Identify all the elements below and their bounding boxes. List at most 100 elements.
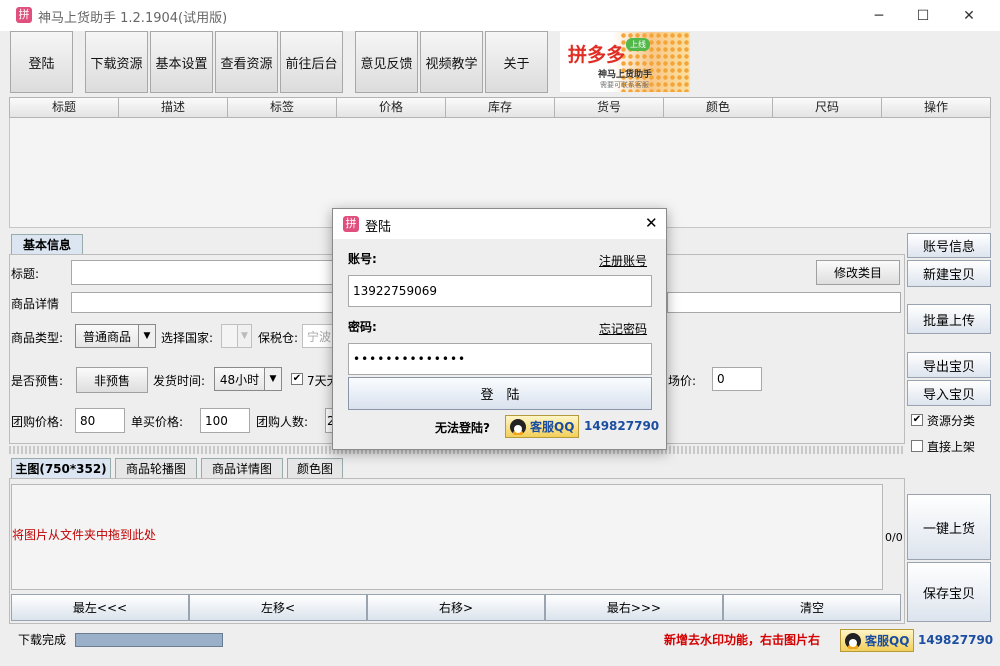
detail-input[interactable]	[71, 292, 333, 313]
logo-brand: 拼多多	[568, 44, 626, 66]
seven-days-checkbox[interactable]: ✔	[291, 373, 303, 385]
account-label: 账号:	[348, 252, 377, 266]
login-toolbar-button[interactable]: 登陆	[10, 31, 73, 93]
resource-category-label: 资源分类	[927, 414, 976, 428]
column-header-sku[interactable]: 货号	[555, 98, 664, 117]
clear-button[interactable]: 清空	[723, 594, 901, 621]
status-text: 下载完成	[18, 633, 67, 647]
cannot-login-text: 无法登陆?	[435, 421, 490, 435]
title-label: 标题:	[11, 267, 40, 281]
export-items-button[interactable]: 导出宝贝	[907, 352, 991, 378]
window-title: 神马上货助手 1.2.1904(试用版)	[38, 11, 228, 26]
account-info-button[interactable]: 账号信息	[907, 233, 991, 258]
logo-line2: 需要可联系客服	[600, 81, 649, 89]
direct-listing-checkbox[interactable]	[911, 440, 923, 452]
market-price-label: 场价:	[668, 374, 697, 388]
single-price-input[interactable]: 100	[200, 408, 250, 433]
progress-bar	[75, 633, 223, 647]
tab-main-image[interactable]: 主图(750*352)	[11, 458, 111, 478]
country-select[interactable]: ▼	[221, 324, 252, 348]
country-value	[222, 325, 237, 347]
tab-detail-images[interactable]: 商品详情图	[201, 458, 283, 478]
move-left-button[interactable]: 左移<	[189, 594, 367, 621]
move-right-button[interactable]: 右移>	[367, 594, 545, 621]
pinduoduo-logo: 拼多多 上线 神马上货助手 需要可联系客服	[560, 32, 690, 92]
column-header-price[interactable]: 价格	[337, 98, 446, 117]
product-type-value: 普通商品	[76, 325, 138, 347]
import-items-button[interactable]: 导入宝贝	[907, 380, 991, 406]
register-link[interactable]: 注册账号	[599, 252, 647, 269]
single-price-label: 单买价格:	[131, 415, 184, 429]
presale-button[interactable]: 非预售	[76, 367, 148, 393]
login-submit-button[interactable]: 登 陆	[348, 377, 652, 410]
minimize-button[interactable]: ─	[856, 0, 902, 31]
product-table-header: 标题 描述 标签 价格 库存 货号 颜色 尺码 操作	[9, 97, 991, 118]
close-button[interactable]: ✕	[946, 0, 992, 31]
chevron-down-icon: ▼	[138, 325, 155, 347]
presale-label: 是否预售:	[11, 374, 64, 388]
batch-upload-button[interactable]: 批量上传	[907, 304, 991, 334]
column-header-size[interactable]: 尺码	[773, 98, 882, 117]
column-header-description[interactable]: 描述	[119, 98, 228, 117]
market-price-input[interactable]: 0	[712, 367, 762, 391]
bonded-warehouse-select[interactable]: 宁波	[302, 324, 333, 348]
feedback-button[interactable]: 意见反馈	[355, 31, 418, 93]
qq-support-label: 客服QQ	[865, 634, 910, 648]
chevron-down-icon: ▼	[264, 368, 281, 390]
qq-number: 149827790	[918, 633, 994, 647]
ship-time-label: 发货时间:	[153, 374, 206, 388]
notice-text: 新增去水印功能，右击图片右	[664, 633, 821, 647]
qq-penguin-icon	[510, 418, 526, 435]
logo-badge: 上线	[626, 38, 650, 51]
ship-time-select[interactable]: 48小时 ▼	[214, 367, 282, 391]
app-icon: 拼	[16, 7, 32, 23]
drop-hint-text: 将图片从文件夹中拖到此处	[12, 528, 157, 542]
ship-time-value: 48小时	[215, 368, 264, 390]
password-input[interactable]: ••••••••••••••	[348, 343, 652, 375]
column-header-tags[interactable]: 标签	[228, 98, 337, 117]
go-backend-button[interactable]: 前往后台	[280, 31, 343, 93]
new-item-button[interactable]: 新建宝贝	[907, 260, 991, 287]
product-type-select[interactable]: 普通商品 ▼	[75, 324, 156, 348]
one-click-listing-button[interactable]: 一键上货	[907, 494, 991, 560]
modify-category-button[interactable]: 修改类目	[816, 260, 900, 285]
logo-line1: 神马上货助手	[598, 70, 653, 80]
column-header-stock[interactable]: 库存	[446, 98, 555, 117]
move-first-button[interactable]: 最左<<<	[11, 594, 189, 621]
qq-support-label: 客服QQ	[530, 420, 575, 434]
qq-support-button[interactable]: 客服QQ	[840, 629, 915, 652]
login-dialog-title: 登陆	[365, 220, 392, 235]
tab-color-images[interactable]: 颜色图	[287, 458, 343, 478]
column-header-actions[interactable]: 操作	[882, 98, 990, 117]
detail-input-right[interactable]	[667, 292, 901, 313]
qq-support-button-dialog[interactable]: 客服QQ	[505, 415, 580, 438]
product-type-label: 商品类型:	[11, 331, 64, 345]
about-button[interactable]: 关于	[485, 31, 548, 93]
close-icon[interactable]: ✕	[645, 214, 658, 232]
app-window: 拼 神马上货助手 1.2.1904(试用版) ─ ☐ ✕ 登陆 下载资源 基本设…	[0, 0, 1000, 666]
qq-number-dialog: 149827790	[584, 419, 660, 433]
qq-penguin-icon	[845, 632, 861, 649]
resource-category-checkbox[interactable]: ✔	[911, 414, 923, 426]
group-count-label: 团购人数:	[256, 415, 309, 429]
download-resources-button[interactable]: 下载资源	[85, 31, 148, 93]
maximize-button[interactable]: ☐	[900, 0, 946, 31]
title-bar: 拼 神马上货助手 1.2.1904(试用版) ─ ☐ ✕	[0, 0, 1000, 31]
video-tutorial-button[interactable]: 视频教学	[420, 31, 483, 93]
image-counter: 0/0	[885, 531, 903, 544]
tab-basic-info[interactable]: 基本信息	[11, 234, 83, 254]
move-last-button[interactable]: 最右>>>	[545, 594, 723, 621]
column-header-title[interactable]: 标题	[10, 98, 119, 117]
tab-carousel-images[interactable]: 商品轮播图	[115, 458, 197, 478]
login-dialog: 拼 登陆 ✕ 账号: 注册账号 13922759069 密码: 忘记密码 •••…	[332, 208, 667, 450]
password-label: 密码:	[348, 320, 377, 334]
basic-settings-button[interactable]: 基本设置	[150, 31, 213, 93]
account-input[interactable]: 13922759069	[348, 275, 652, 307]
title-input[interactable]	[71, 260, 333, 285]
login-dialog-titlebar: 拼 登陆 ✕	[333, 209, 666, 239]
forgot-password-link[interactable]: 忘记密码	[599, 320, 647, 337]
view-resources-button[interactable]: 查看资源	[215, 31, 278, 93]
column-header-color[interactable]: 颜色	[664, 98, 773, 117]
save-item-button[interactable]: 保存宝贝	[907, 562, 991, 622]
group-price-input[interactable]: 80	[75, 408, 125, 433]
